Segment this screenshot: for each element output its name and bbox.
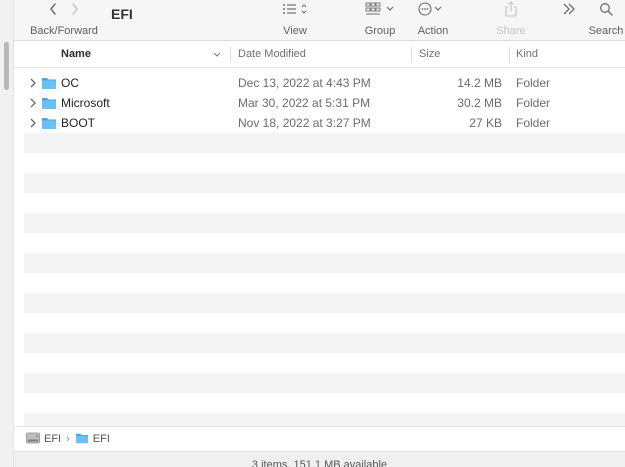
file-date: Mar 30, 2022 at 5:31 PM <box>238 96 371 110</box>
file-name: OC <box>61 76 79 90</box>
empty-row <box>24 313 625 333</box>
column-name[interactable]: Name <box>61 42 91 68</box>
empty-row <box>24 213 625 233</box>
group-label: Group <box>364 25 396 37</box>
share-button[interactable]: Share <box>492 0 530 37</box>
column-kind[interactable]: Kind <box>516 42 538 68</box>
file-date: Nov 18, 2022 at 3:27 PM <box>238 116 371 130</box>
column-header: Name Date Modified Size Kind <box>14 42 625 68</box>
table-row[interactable]: BOOT Nov 18, 2022 at 3:27 PM 27 KB Folde… <box>24 113 625 133</box>
status-bar: 3 items, 151.1 MB available <box>14 451 625 467</box>
file-name: Microsoft <box>61 96 110 110</box>
column-size[interactable]: Size <box>419 42 440 68</box>
path-folder-label: EFI <box>92 433 110 445</box>
column-divider[interactable] <box>230 47 231 63</box>
path-segment-drive[interactable]: EFI <box>26 432 61 447</box>
path-drive-label: EFI <box>44 433 62 445</box>
table-row[interactable]: OC Dec 13, 2022 at 4:43 PM 14.2 MB Folde… <box>24 73 625 93</box>
path-segment-folder[interactable]: EFI <box>75 432 110 447</box>
file-kind: Folder <box>516 116 551 130</box>
path-separator-icon: › <box>66 433 70 445</box>
file-list: OC Dec 13, 2022 at 4:43 PM 14.2 MB Folde… <box>24 73 625 467</box>
toolbar: Back/Forward EFI View Group Action Share… <box>14 0 625 41</box>
more-toolbar-button[interactable] <box>558 0 580 22</box>
file-size: 14.2 MB <box>457 76 502 90</box>
action-label: Action <box>417 25 449 37</box>
empty-row <box>24 293 625 313</box>
disclosure-chevron-right-icon[interactable] <box>29 73 39 93</box>
file-size: 27 KB <box>469 116 502 130</box>
folder-icon <box>41 76 57 90</box>
disclosure-chevron-right-icon[interactable] <box>29 113 39 133</box>
table-row[interactable]: Microsoft Mar 30, 2022 at 5:31 PM 30.2 M… <box>24 93 625 113</box>
back-icon[interactable] <box>48 2 58 21</box>
folder-icon <box>41 116 57 130</box>
sidebar-scrollbar-thumb[interactable] <box>4 42 9 90</box>
sidebar-scroll-gutter <box>0 0 14 467</box>
drive-icon <box>26 432 40 447</box>
folder-icon <box>75 432 89 447</box>
search-button[interactable]: Search <box>586 0 625 37</box>
empty-row <box>24 193 625 213</box>
list-view-icon <box>282 2 308 21</box>
empty-row <box>24 273 625 293</box>
empty-row <box>24 353 625 373</box>
empty-row <box>24 373 625 393</box>
empty-row <box>24 253 625 273</box>
empty-row <box>24 133 625 153</box>
file-date: Dec 13, 2022 at 4:43 PM <box>238 76 371 90</box>
file-kind: Folder <box>516 76 551 90</box>
column-date-modified[interactable]: Date Modified <box>238 42 306 68</box>
search-label: Search <box>588 25 624 37</box>
back-forward-label: Back/Forward <box>30 25 98 37</box>
status-text: 3 items, 151.1 MB available <box>251 459 388 467</box>
double-chevron-right-icon <box>562 2 576 21</box>
group-button[interactable]: Group <box>359 0 401 37</box>
empty-row <box>24 173 625 193</box>
back-forward-group: Back/Forward <box>29 0 99 37</box>
share-icon <box>504 0 518 22</box>
empty-row <box>24 153 625 173</box>
forward-icon[interactable] <box>70 2 80 21</box>
sort-chevron-down-icon[interactable] <box>212 42 222 68</box>
empty-row <box>24 233 625 253</box>
file-name: BOOT <box>61 116 96 130</box>
folder-icon <box>41 96 57 110</box>
search-icon <box>599 2 613 21</box>
action-ellipsis-icon <box>418 1 448 21</box>
empty-row <box>24 393 625 413</box>
view-label: View <box>283 25 307 37</box>
file-size: 30.2 MB <box>457 96 502 110</box>
disclosure-chevron-right-icon[interactable] <box>29 93 39 113</box>
column-divider[interactable] <box>411 47 412 63</box>
column-divider[interactable] <box>509 47 510 63</box>
file-kind: Folder <box>516 96 551 110</box>
view-button[interactable]: View <box>276 0 314 37</box>
window-title: EFI <box>111 6 133 22</box>
share-label: Share <box>496 25 526 37</box>
group-grid-icon <box>365 2 395 21</box>
path-bar: EFI › EFI <box>14 426 625 451</box>
empty-row <box>24 333 625 353</box>
action-button[interactable]: Action <box>414 0 452 37</box>
